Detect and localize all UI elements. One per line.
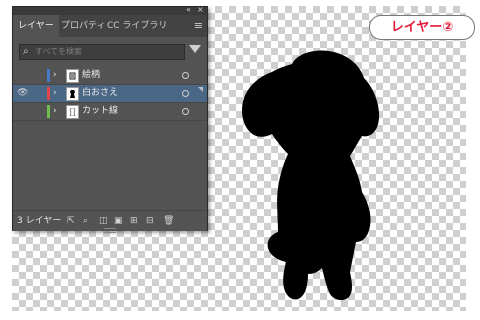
layer-count: 3 レイヤー: [17, 216, 62, 226]
layer-name[interactable]: 絵柄: [82, 67, 100, 84]
export-icon[interactable]: ⇱: [67, 211, 75, 231]
duplicate-icon[interactable]: ⊟: [146, 211, 154, 231]
target-icon[interactable]: [182, 72, 189, 79]
target-icon[interactable]: [182, 90, 189, 97]
new-layer-icon[interactable]: ⊞: [130, 211, 138, 231]
tab-layers[interactable]: レイヤー: [13, 15, 59, 37]
locate-object-icon[interactable]: ⌕: [83, 211, 88, 231]
resize-grip[interactable]: [104, 228, 116, 233]
layer-name[interactable]: 白おさえ: [82, 85, 118, 102]
panel-tabs: レイヤー プロパティ CC ライブラリ ≡: [13, 15, 207, 37]
expand-chevron-icon[interactable]: ›: [53, 103, 57, 120]
layer-name[interactable]: カット線: [82, 103, 118, 120]
eye-icon[interactable]: 👁: [17, 85, 28, 102]
tab-cc-libraries[interactable]: CC ライブラリ: [102, 15, 172, 37]
collapse-icon[interactable]: «: [186, 5, 191, 15]
dog-thumb-icon: [70, 90, 75, 98]
expand-chevron-icon[interactable]: ›: [53, 85, 57, 102]
trash-icon[interactable]: 🗑: [163, 211, 174, 231]
layer-thumbnail: [66, 87, 79, 101]
layer-row-artwork[interactable]: › 絵柄: [13, 67, 207, 85]
target-icon[interactable]: [182, 108, 189, 115]
close-icon[interactable]: ×: [197, 5, 204, 15]
layer-color-bar: [47, 105, 50, 118]
cutline-thumb-icon: [69, 108, 76, 116]
layers-panel: « × レイヤー プロパティ CC ライブラリ ≡ ⌕ すべてを検索 › 絵柄 …: [12, 5, 208, 233]
layer-list: › 絵柄 👁 › 白おさえ › カット線: [13, 67, 207, 121]
search-placeholder: すべてを検索: [35, 47, 82, 56]
search-input[interactable]: ⌕ すべてを検索: [19, 44, 185, 60]
layer-row-cutline[interactable]: › カット線: [13, 103, 207, 121]
panel-menu-icon[interactable]: ≡: [194, 20, 203, 32]
layer-thumbnail: [66, 69, 79, 83]
dog-silhouette: [242, 50, 380, 301]
selection-indicator-icon: [198, 87, 203, 92]
artwork-thumb-icon: [69, 72, 76, 80]
layer-label-badge: レイヤー②: [369, 15, 475, 40]
filter-icon[interactable]: [189, 45, 201, 53]
layer-color-bar: [47, 69, 50, 82]
panel-titlebar[interactable]: « ×: [13, 5, 207, 15]
layer-thumbnail: [66, 105, 79, 119]
layer-color-bar: [47, 87, 50, 100]
search-icon: ⌕: [23, 46, 29, 57]
expand-chevron-icon[interactable]: ›: [53, 67, 57, 84]
layer-row-white-underlay[interactable]: 👁 › 白おさえ: [13, 85, 207, 103]
